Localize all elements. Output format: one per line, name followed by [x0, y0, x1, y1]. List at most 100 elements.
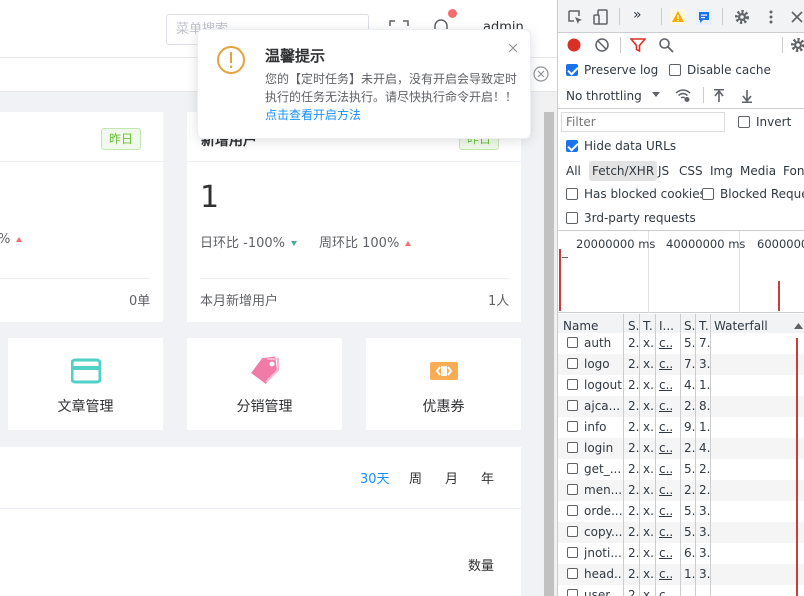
- export-har-icon[interactable]: [739, 88, 755, 104]
- request-row[interactable]: get_...2.x.c...5.2.: [558, 459, 804, 480]
- clear-icon[interactable]: [594, 37, 610, 53]
- wifi-settings-icon[interactable]: [675, 87, 691, 103]
- request-initiator[interactable]: c...: [659, 357, 672, 371]
- request-name[interactable]: auth: [584, 336, 611, 350]
- request-name[interactable]: user: [584, 588, 610, 596]
- request-name[interactable]: orde...: [584, 504, 622, 518]
- request-initiator[interactable]: c...: [659, 567, 672, 581]
- request-row[interactable]: user 2.x. c...: [558, 585, 804, 596]
- col-name[interactable]: Name: [563, 319, 598, 333]
- request-row[interactable]: jnoti... 2.x. c... 6.3.: [558, 543, 804, 564]
- more-tabs-icon[interactable]: »: [633, 7, 642, 23]
- request-row[interactable]: orde... 2.x. c... 5.3.: [558, 501, 804, 522]
- request-checkbox[interactable]: [567, 337, 578, 348]
- request-initiator[interactable]: c...: [659, 588, 672, 596]
- request-name[interactable]: jnoti...: [584, 546, 622, 560]
- request-row[interactable]: copy... 2.x. c... 5.3.: [558, 522, 804, 543]
- blocked-cookies-checkbox[interactable]: [566, 188, 578, 200]
- col-initiator[interactable]: I...: [659, 319, 674, 333]
- filter-input[interactable]: [562, 113, 724, 131]
- warning-badge-icon[interactable]: [670, 9, 686, 25]
- request-checkbox[interactable]: [567, 589, 578, 596]
- col-time[interactable]: T.: [699, 319, 709, 333]
- request-row[interactable]: ajca...2.x.c...2.8.: [558, 396, 804, 417]
- request-initiator[interactable]: c...: [659, 399, 672, 413]
- request-name[interactable]: login: [584, 441, 613, 455]
- type-img[interactable]: Img: [707, 161, 736, 181]
- request-checkbox[interactable]: [567, 358, 578, 369]
- range-year[interactable]: 年: [481, 468, 494, 487]
- type-font[interactable]: Font: [780, 161, 804, 181]
- col-waterfall[interactable]: Waterfall: [714, 319, 768, 333]
- nav-card-coupons[interactable]: 优惠券: [366, 338, 521, 430]
- type-js[interactable]: JS: [655, 161, 672, 181]
- request-name[interactable]: ajca...: [584, 399, 620, 413]
- network-settings-icon[interactable]: [790, 37, 804, 53]
- close-circle-icon[interactable]: [533, 66, 549, 82]
- page-scrollbar-thumb[interactable]: [544, 112, 554, 596]
- request-checkbox[interactable]: [567, 379, 578, 390]
- request-initiator[interactable]: c...: [659, 462, 672, 476]
- request-checkbox[interactable]: [567, 484, 578, 495]
- import-har-icon[interactable]: [711, 88, 727, 104]
- request-name[interactable]: head...: [584, 567, 622, 581]
- request-row[interactable]: men...2.x.c...2.2.: [558, 480, 804, 501]
- request-row[interactable]: head... 2.x. c... 1.3.: [558, 564, 804, 585]
- third-party-checkbox[interactable]: [566, 212, 578, 224]
- request-row[interactable]: logo 2.x. c... 7.3.: [558, 354, 804, 375]
- inspect-element-icon[interactable]: [567, 9, 583, 25]
- preserve-log-checkbox[interactable]: [566, 64, 578, 76]
- throttling-select[interactable]: No throttling: [566, 89, 642, 103]
- type-all[interactable]: All: [563, 161, 584, 181]
- close-devtools-icon[interactable]: [789, 9, 804, 25]
- request-checkbox[interactable]: [567, 547, 578, 558]
- request-name[interactable]: copy...: [584, 525, 622, 539]
- nav-card-articles[interactable]: 文章管理: [8, 338, 163, 430]
- request-row[interactable]: login2.x.c...2.4.: [558, 438, 804, 459]
- settings-gear-icon[interactable]: [734, 9, 750, 25]
- request-initiator[interactable]: c...: [659, 504, 672, 518]
- request-name[interactable]: logout: [584, 378, 622, 392]
- nav-card-distribution[interactable]: 分销管理: [187, 338, 342, 430]
- invert-checkbox[interactable]: [738, 116, 750, 128]
- request-checkbox[interactable]: [567, 463, 578, 474]
- type-css[interactable]: CSS: [676, 161, 706, 181]
- dropdown-arrow-icon[interactable]: [651, 89, 661, 99]
- request-initiator[interactable]: c...: [659, 378, 672, 392]
- range-week[interactable]: 周: [409, 468, 422, 487]
- request-checkbox[interactable]: [567, 400, 578, 411]
- device-toolbar-icon[interactable]: [593, 9, 609, 25]
- request-name[interactable]: men...: [584, 483, 622, 497]
- col-size[interactable]: S.: [684, 319, 695, 333]
- request-checkbox[interactable]: [567, 421, 578, 432]
- col-status[interactable]: S.: [628, 319, 639, 333]
- request-row[interactable]: auth 2.x. c... 5.7.: [558, 333, 804, 354]
- issues-badge-icon[interactable]: [696, 9, 712, 25]
- type-media[interactable]: Media: [737, 161, 779, 181]
- request-initiator[interactable]: c...: [659, 420, 672, 434]
- col-type[interactable]: T.: [643, 319, 653, 333]
- range-month[interactable]: 月: [445, 468, 458, 487]
- blocked-requests-checkbox[interactable]: [702, 188, 714, 200]
- sort-arrow-icon[interactable]: [794, 322, 803, 330]
- timeline-overview[interactable]: 20000000 ms 40000000 ms 60000000: [558, 231, 804, 313]
- request-row[interactable]: logout 2.x. c... 4.1.: [558, 375, 804, 396]
- request-initiator[interactable]: c...: [659, 546, 672, 560]
- request-name[interactable]: get_...: [584, 462, 621, 476]
- close-icon[interactable]: [507, 42, 519, 54]
- filter-icon[interactable]: [630, 37, 646, 53]
- request-checkbox[interactable]: [567, 568, 578, 579]
- request-initiator[interactable]: c...: [659, 441, 672, 455]
- record-icon[interactable]: [566, 37, 582, 53]
- type-fetch-xhr[interactable]: Fetch/XHR: [589, 161, 658, 181]
- filter-box[interactable]: [561, 112, 725, 132]
- disable-cache-checkbox[interactable]: [669, 64, 681, 76]
- request-checkbox[interactable]: [567, 505, 578, 516]
- request-initiator[interactable]: c...: [659, 336, 672, 350]
- request-row[interactable]: info 2.x. c... 9.1.: [558, 417, 804, 438]
- request-checkbox[interactable]: [567, 526, 578, 537]
- search-icon[interactable]: [658, 37, 674, 53]
- request-initiator[interactable]: c...: [659, 525, 672, 539]
- request-initiator[interactable]: c...: [659, 483, 672, 497]
- notification-link[interactable]: 点击查看开启方法: [265, 106, 361, 123]
